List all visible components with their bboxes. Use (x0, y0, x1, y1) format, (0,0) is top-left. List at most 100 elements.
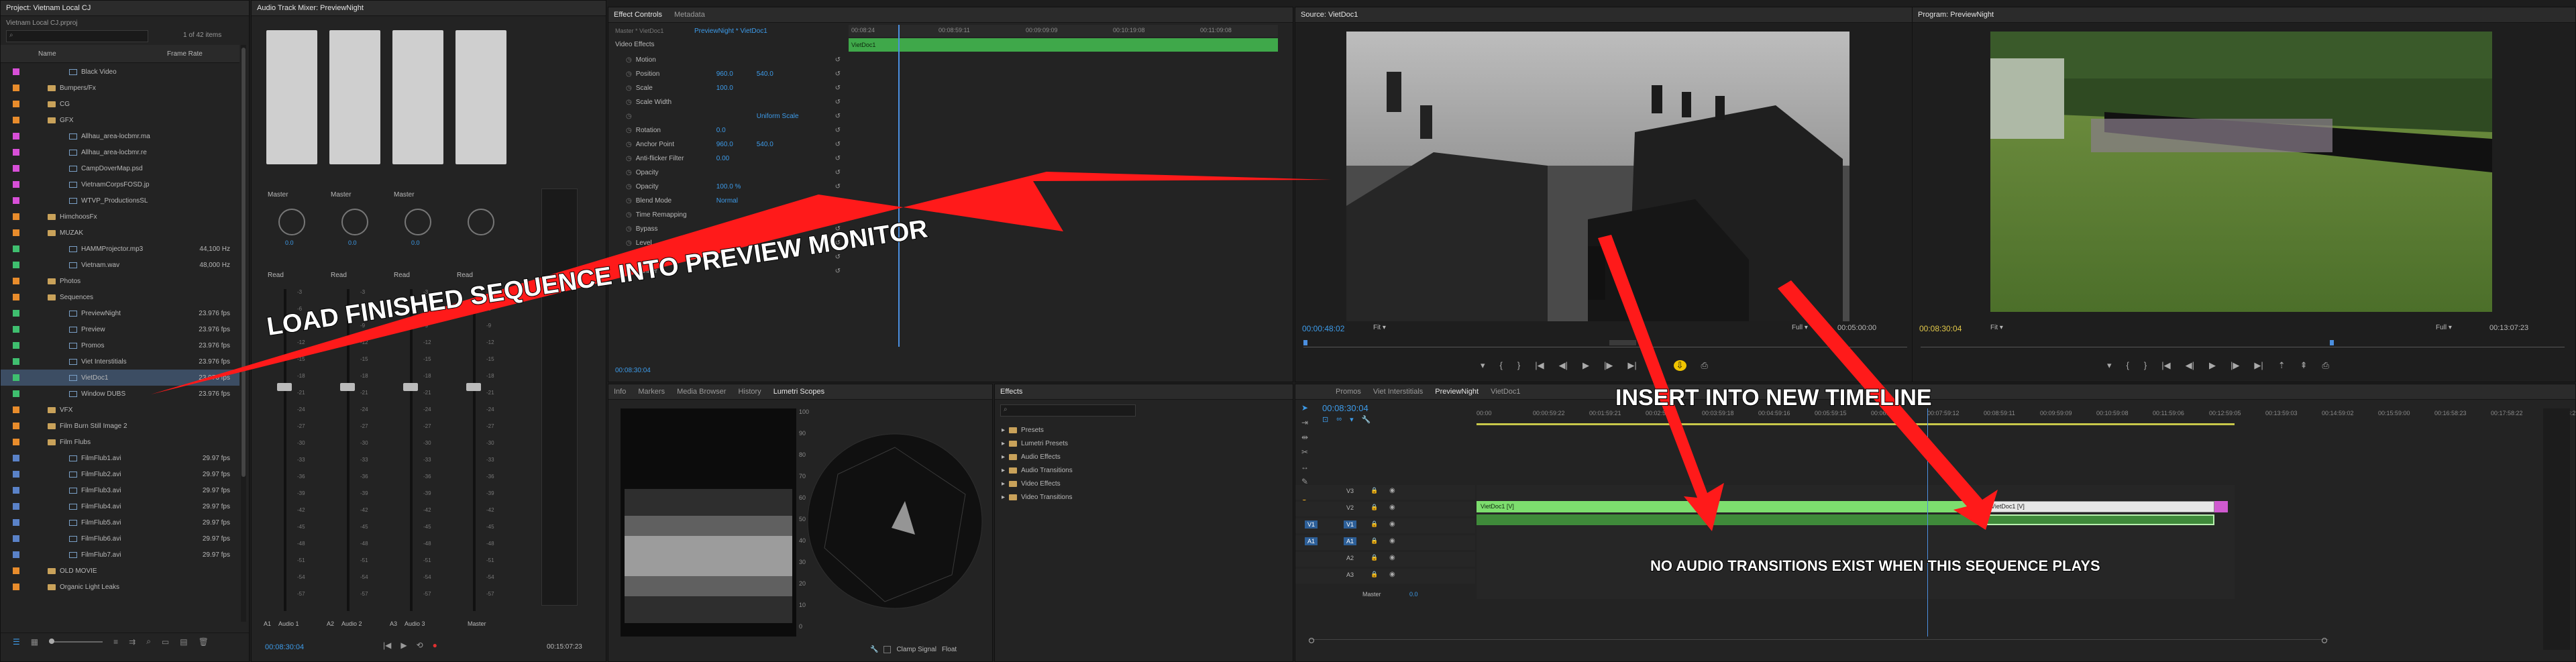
reset-icon[interactable]: ↺ (835, 239, 841, 247)
expand-icon[interactable]: ▸ (1002, 453, 1005, 461)
eye-icon[interactable]: ◉ (1389, 571, 1395, 578)
track-target[interactable]: V2 (1344, 504, 1356, 512)
project-item[interactable]: Photos (1, 273, 239, 289)
effects-folder[interactable]: ▸ Audio Effects (995, 450, 1263, 463)
reset-icon[interactable]: ↺ (835, 183, 841, 190)
timeline-scrollbar[interactable] (1309, 638, 2328, 645)
source-patch-video[interactable]: V1 (1305, 520, 1318, 529)
clip-end-marker[interactable] (2214, 501, 2228, 512)
fader-handle[interactable] (277, 383, 292, 391)
project-item[interactable]: Allhau_area-locbmr.ma (1, 128, 239, 144)
project-item[interactable]: FilmFlub4.avi 29.97 fps (1, 498, 239, 514)
pan-knob[interactable] (405, 209, 431, 235)
eye-icon[interactable]: ◉ (1389, 487, 1395, 494)
stopwatch-icon[interactable]: ◷ (626, 197, 632, 205)
reset-icon[interactable]: ↺ (835, 70, 841, 78)
play-icon[interactable]: ▶ (2209, 360, 2216, 371)
wrench-icon[interactable]: 🔧 (1362, 415, 1371, 424)
stopwatch-icon[interactable]: ◷ (626, 99, 632, 106)
stopwatch-icon[interactable]: ◷ (626, 169, 632, 176)
ec-property-row[interactable]: ◷ Scale 100.0 ↺ (608, 81, 845, 95)
ec-property-row[interactable]: ◷ Level 0.0 dB ↺ (608, 236, 845, 250)
project-item[interactable]: MUZAK (1, 225, 239, 241)
tab-program[interactable]: Program: PreviewNight (1918, 11, 1994, 19)
stopwatch-icon[interactable]: ◷ (626, 225, 632, 233)
ec-property-value-2[interactable]: 540.0 (757, 141, 810, 148)
ec-property-value-1[interactable]: 100.0 % (716, 183, 757, 190)
expand-icon[interactable]: ▸ (1002, 440, 1005, 447)
razor-icon[interactable]: ✂ (1301, 447, 1308, 457)
project-item[interactable]: Black Video (1, 64, 239, 80)
stopwatch-icon[interactable]: ◷ (626, 127, 632, 134)
effects-folder[interactable]: ▸ Video Transitions (995, 490, 1263, 504)
fader-handle[interactable] (403, 383, 418, 391)
ec-property-row[interactable]: ◷ Anchor Point 960.0 540.0 ↺ (608, 137, 845, 152)
settings-icon[interactable]: 🔧 (870, 646, 878, 653)
stopwatch-icon[interactable]: ◷ (626, 70, 632, 78)
insert-icon[interactable]: ⇤ (1652, 360, 1659, 371)
float-select[interactable]: Float (942, 646, 957, 653)
effects-search-field[interactable]: ⌕ (1000, 404, 1136, 417)
go-to-out-icon[interactable]: ▶| (1627, 360, 1636, 371)
project-item[interactable]: PreviewNight 23.976 fps (1, 305, 239, 321)
track-target[interactable]: A3 (1344, 571, 1356, 579)
tab-metadata[interactable]: Metadata (674, 11, 705, 19)
reset-icon[interactable]: ↺ (835, 127, 841, 134)
ec-property-value-1[interactable]: 0.00 (716, 155, 757, 162)
ec-property-row[interactable]: ◷ Channel Volume ↺ (608, 250, 845, 264)
mark-in-icon[interactable]: { (1500, 360, 1503, 371)
mark-in-icon[interactable]: { (2127, 360, 2129, 371)
reset-icon[interactable]: ↺ (835, 169, 841, 176)
ripple-edit-icon[interactable]: ⇹ (1301, 433, 1308, 442)
slip-icon[interactable]: ↔ (1301, 462, 1309, 472)
lift-icon[interactable]: ⇡ (2278, 360, 2286, 371)
step-forward-icon[interactable]: |▶ (2231, 360, 2239, 371)
delete-icon[interactable]: 🗑 (199, 637, 209, 647)
reset-icon[interactable]: ↺ (835, 99, 841, 106)
stopwatch-icon[interactable]: ◷ (626, 183, 632, 190)
step-back-icon[interactable]: ◀| (1559, 360, 1568, 371)
mixer-route[interactable]: Master (331, 191, 352, 199)
lock-icon[interactable]: 🔒 (1371, 554, 1378, 561)
project-item[interactable]: WTVP_ProductionsSL (1, 192, 239, 209)
work-area-bar[interactable] (1477, 423, 2235, 425)
ec-property-row[interactable]: ◷ Position 960.0 540.0 ↺ (608, 67, 845, 81)
project-item[interactable]: Sequences (1, 289, 239, 305)
play-icon[interactable]: ▶ (400, 641, 407, 650)
lock-icon[interactable]: 🔒 (1371, 504, 1378, 511)
source-fit-select[interactable]: Fit ▾ (1373, 324, 1386, 331)
ec-property-row[interactable]: ◷ Opacity 100.0 % ↺ (608, 180, 845, 194)
loop-icon[interactable]: ⟲ (417, 641, 423, 650)
program-timecode[interactable]: 00:08:30:04 (1919, 324, 1962, 333)
audio-clip-inserted[interactable] (1986, 514, 2214, 525)
source-patch-audio[interactable]: A1 (1305, 537, 1318, 545)
ec-property-value-2[interactable]: 540.0 (757, 70, 810, 78)
project-item[interactable]: Vietnam.wav 48,000 Hz (1, 257, 239, 273)
tab-scope-3[interactable]: History (738, 388, 761, 396)
ec-master-label[interactable]: Master * VietDoc1 (615, 27, 663, 34)
audio-clip-first[interactable] (1477, 514, 1986, 525)
eye-icon[interactable]: ◉ (1389, 537, 1395, 545)
ec-playhead[interactable] (898, 25, 900, 347)
ec-property-value-1[interactable]: Normal (716, 197, 757, 205)
lock-icon[interactable]: 🔒 (1371, 537, 1378, 545)
project-item[interactable]: OLD MOVIE (1, 563, 239, 579)
track-target[interactable]: V1 (1344, 520, 1357, 529)
tab-sequence-3[interactable]: VietDoc1 (1491, 388, 1520, 396)
project-item[interactable]: GFX (1, 112, 239, 128)
stopwatch-icon[interactable]: ◷ (626, 85, 632, 92)
reset-icon[interactable]: ↺ (835, 197, 841, 205)
lock-icon[interactable]: 🔒 (1371, 571, 1378, 578)
tab-sequence-1[interactable]: Viet Interstitials (1373, 388, 1423, 396)
reset-icon[interactable]: ↺ (835, 268, 841, 275)
ec-property-row[interactable]: ◷ Scale Width ↺ (608, 95, 845, 109)
new-bin-icon[interactable]: ▭ (162, 637, 169, 647)
source-quality-select[interactable]: Full ▾ (1792, 324, 1808, 331)
project-item[interactable]: VFX (1, 402, 239, 418)
program-quality-select[interactable]: Full ▾ (2436, 324, 2452, 331)
automation-mode[interactable]: Read (331, 272, 347, 279)
mixer-route[interactable]: Master (394, 191, 415, 199)
track-target[interactable]: V3 (1344, 487, 1356, 495)
stopwatch-icon[interactable]: ◷ (626, 113, 632, 120)
tab-sequence-0[interactable]: Promos (1336, 388, 1361, 396)
